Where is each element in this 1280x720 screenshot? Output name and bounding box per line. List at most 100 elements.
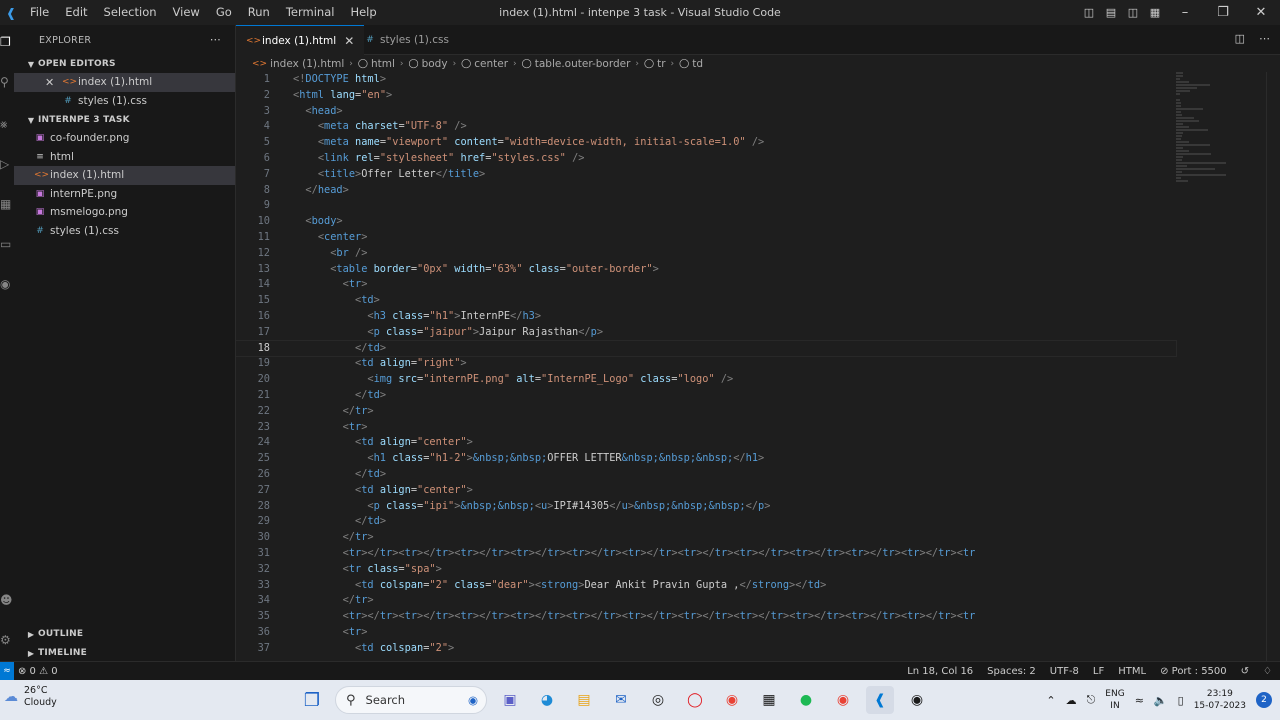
code-line[interactable]: 36 <tr> xyxy=(236,625,1176,641)
code-line[interactable]: 25 <h1 class="h1-2">&nbsp;&nbsp;OFFER LE… xyxy=(236,451,1176,467)
code-line[interactable]: 20 <img src="internPE.png" alt="InternPE… xyxy=(236,372,1176,388)
toggle-primary-sidebar-icon[interactable]: ◫ xyxy=(1078,6,1100,19)
code-line[interactable]: 15 <td> xyxy=(236,293,1176,309)
folder-header[interactable]: ▼ INTERNPE 3 TASK xyxy=(14,111,235,129)
toggle-secondary-sidebar-icon[interactable]: ◫ xyxy=(1122,6,1144,19)
taskbar-search[interactable]: ⚲ Search ◉ xyxy=(335,686,487,714)
minimize-icon[interactable]: – xyxy=(1166,0,1204,25)
live-server-port[interactable]: ⊘ Port : 5500 xyxy=(1160,666,1227,677)
code-lines[interactable]: 1 <!DOCTYPE html > 2 <html lang="en"> 3 <head… xyxy=(236,72,1177,657)
file-item[interactable]: ▣ msmelogo.png xyxy=(14,203,235,222)
clock[interactable]: 23:19 15-07-2023 xyxy=(1194,688,1246,712)
code-line[interactable]: 31 <tr></tr><tr></tr><tr></tr><tr></tr><… xyxy=(236,546,1176,562)
code-line[interactable]: 28 <p class="ipi">&nbsp;&nbsp;<u>IPI#143… xyxy=(236,499,1176,515)
outline-header[interactable]: ▶ OUTLINE xyxy=(14,625,236,643)
code-line[interactable]: 29 </td> xyxy=(236,514,1176,530)
volume-icon[interactable]: 🔈 xyxy=(1154,694,1168,707)
menu-view[interactable]: View xyxy=(165,0,208,25)
editor-scrollbar[interactable] xyxy=(1266,72,1280,661)
github-desktop-icon[interactable]: ◉ xyxy=(903,686,931,714)
code-line[interactable]: 1 <!DOCTYPE html> xyxy=(236,72,1176,88)
customize-layout-icon[interactable]: ▦ xyxy=(1144,6,1166,19)
mail-icon[interactable]: ✉ xyxy=(607,686,635,714)
code-line[interactable]: 4 <meta charset="UTF-8" /> xyxy=(236,119,1176,135)
cursor-position[interactable]: Ln 18, Col 16 xyxy=(907,666,973,677)
restore-icon[interactable]: ❐ xyxy=(1204,0,1242,25)
start-windows-icon[interactable]: ❐ xyxy=(298,686,326,714)
notifications-bell-icon[interactable]: ♢ xyxy=(1263,666,1272,677)
indentation[interactable]: Spaces: 2 xyxy=(987,666,1036,677)
notification-badge[interactable]: 2 xyxy=(1256,692,1272,708)
code-line[interactable]: 26 </td> xyxy=(236,467,1176,483)
code-line[interactable]: 13 <table border="0px" width="63%" class… xyxy=(236,262,1176,278)
code-line[interactable]: 33 <td colspan="2" class="dear"><strong>… xyxy=(236,578,1176,594)
toggle-panel-icon[interactable]: ▤ xyxy=(1100,6,1122,19)
file-item[interactable]: ▣ co-founder.png xyxy=(14,129,235,148)
code-line[interactable]: 37 <td colspan="2"> xyxy=(236,641,1176,657)
microphone-icon[interactable]: ⎋ xyxy=(1087,693,1096,707)
menu-file[interactable]: File xyxy=(22,0,57,25)
open-editor-item[interactable]: ✕ <> index (1).html xyxy=(14,73,235,92)
code-line[interactable]: 16 <h3 class="h1">InternPE</h3> xyxy=(236,309,1176,325)
run-debug-icon[interactable]: ▷ xyxy=(0,157,14,171)
menu-run[interactable]: Run xyxy=(240,0,278,25)
end-of-line[interactable]: LF xyxy=(1093,666,1104,677)
breadcrumb-item[interactable]: td xyxy=(692,58,703,70)
remote-explorer-icon[interactable]: ▭ xyxy=(0,237,14,251)
menu-selection[interactable]: Selection xyxy=(96,0,165,25)
source-control-icon[interactable]: ⨳ xyxy=(0,117,14,132)
menu-terminal[interactable]: Terminal xyxy=(278,0,343,25)
fingerprint-icon[interactable]: ◉ xyxy=(0,277,14,291)
breadcrumb-item[interactable]: tr xyxy=(657,58,665,70)
breadcrumb-item[interactable]: center xyxy=(474,58,508,70)
code-line[interactable]: 32 <tr class="spa"> xyxy=(236,562,1176,578)
code-line[interactable]: 24 <td align="center"> xyxy=(236,435,1176,451)
code-editor[interactable]: 1 <!DOCTYPE html > 2 <html lang="en"> 3 <head… xyxy=(236,72,1280,661)
explorer-icon[interactable]: ❐ xyxy=(0,35,14,49)
extensions-icon[interactable]: ▦ xyxy=(0,197,14,211)
close-tab-icon[interactable]: ✕ xyxy=(344,34,354,48)
code-line[interactable]: 8 </head> xyxy=(236,183,1176,199)
code-line[interactable]: 17 <p class="jaipur">Jaipur Rajasthan</p… xyxy=(236,325,1176,341)
search-icon[interactable]: ⚲ xyxy=(0,75,14,89)
store-app-icon[interactable]: ▦ xyxy=(755,686,783,714)
chrome-profile-icon[interactable]: ◉ xyxy=(829,686,857,714)
menu-go[interactable]: Go xyxy=(208,0,240,25)
code-line[interactable]: 22 </tr> xyxy=(236,404,1176,420)
timeline-header[interactable]: ▶ TIMELINE xyxy=(14,644,236,662)
opera-icon[interactable]: ◯ xyxy=(681,686,709,714)
file-item[interactable]: ▣ internPE.png xyxy=(14,185,235,204)
editor-more-icon[interactable]: ⋯ xyxy=(1259,32,1270,45)
teams-chat-icon[interactable]: ▣ xyxy=(496,686,524,714)
code-line[interactable]: 34 </tr> xyxy=(236,593,1176,609)
breadcrumb-item[interactable]: html xyxy=(371,58,395,70)
breadcrumb-item[interactable]: body xyxy=(422,58,448,70)
weather-widget[interactable]: ☁ 26°C Cloudy xyxy=(4,685,57,709)
battery-icon[interactable]: ▯ xyxy=(1178,694,1184,707)
code-line[interactable]: 11 <center> xyxy=(236,230,1176,246)
spotify-icon[interactable]: ● xyxy=(792,686,820,714)
code-line[interactable]: 21 </td> xyxy=(236,388,1176,404)
code-line[interactable]: 35 <tr></tr><tr></tr><tr></tr><tr></tr><… xyxy=(236,609,1176,625)
code-line[interactable]: 18 </td> xyxy=(236,339,1177,358)
remote-indicator-icon[interactable]: ≈ xyxy=(0,661,14,681)
breadcrumb-item[interactable]: index (1).html xyxy=(270,58,344,70)
file-item-selected[interactable]: <> index (1).html xyxy=(14,166,235,185)
code-line[interactable]: 10 <body> xyxy=(236,214,1176,230)
close-editor-icon[interactable]: ✕ xyxy=(45,76,54,89)
problems-count[interactable]: ⊗ 0 ⚠ 0 xyxy=(18,666,58,677)
edge-browser-icon[interactable]: ◕ xyxy=(533,686,561,714)
menu-help[interactable]: Help xyxy=(342,0,384,25)
file-explorer-icon[interactable]: ▤ xyxy=(570,686,598,714)
input-language[interactable]: ENG IN xyxy=(1105,688,1124,712)
code-line[interactable]: 9 xyxy=(236,198,1176,214)
account-icon[interactable]: ☻ xyxy=(0,593,14,607)
code-line[interactable]: 6 <link rel="stylesheet" href="styles.cs… xyxy=(236,151,1176,167)
file-encoding[interactable]: UTF-8 xyxy=(1050,666,1079,677)
more-actions-icon[interactable]: ⋯ xyxy=(210,33,221,46)
open-editor-item[interactable]: # styles (1).css xyxy=(14,92,235,111)
show-hidden-icons-chevron-up-icon[interactable]: ⌃ xyxy=(1046,694,1055,707)
wifi-icon[interactable]: ≈ xyxy=(1135,694,1144,707)
tab-index-html[interactable]: <> index (1).html ✕ xyxy=(236,25,365,55)
tab-styles-css[interactable]: # styles (1).css xyxy=(354,25,459,55)
